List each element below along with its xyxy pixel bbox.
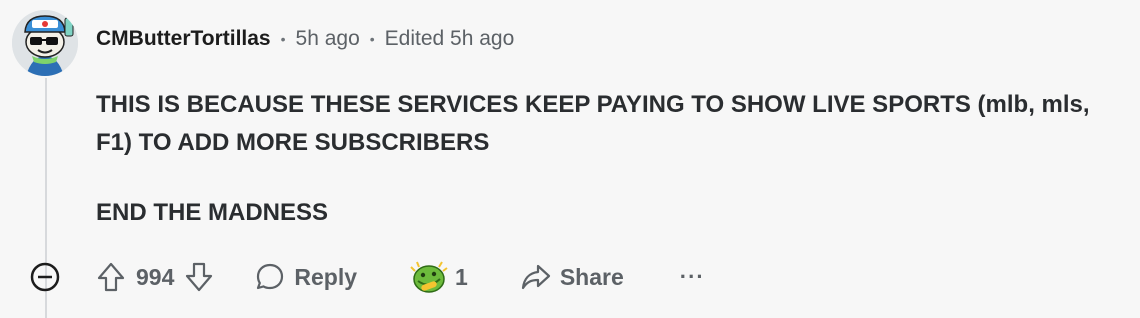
edited-label: Edited 5h ago bbox=[384, 27, 515, 50]
author-name[interactable]: CMButterTortillas bbox=[96, 27, 271, 51]
reply-button[interactable]: Reply bbox=[254, 256, 357, 298]
award-button[interactable]: 1 bbox=[409, 256, 468, 298]
vote-controls: 994 bbox=[96, 256, 214, 298]
vote-score: 994 bbox=[136, 263, 175, 290]
comment-paragraph: END THE MADNESS bbox=[96, 199, 329, 226]
more-options-icon: ··· bbox=[679, 264, 705, 289]
speech-bubble-icon bbox=[254, 261, 286, 293]
more-options-button[interactable]: ··· bbox=[680, 256, 705, 298]
comment-paragraph: THIS IS BECAUSE THESE SERVICES KEEP PAYI… bbox=[96, 91, 1090, 156]
meta-separator: • bbox=[280, 31, 286, 47]
comment-meta: CMButterTortillas • 5h ago • Edited 5h a… bbox=[96, 24, 514, 54]
share-button[interactable]: Share bbox=[520, 256, 624, 298]
downvote-arrow-icon[interactable] bbox=[184, 261, 214, 293]
reply-label: Reply bbox=[294, 263, 358, 290]
award-emoji-icon bbox=[409, 259, 449, 295]
share-label: Share bbox=[559, 263, 624, 290]
posted-time[interactable]: 5h ago bbox=[296, 27, 360, 51]
upvote-arrow-icon[interactable] bbox=[96, 261, 126, 293]
comment-actions: 994 Reply 1 Share ··· bbox=[28, 256, 705, 298]
collapse-minus-icon[interactable] bbox=[28, 260, 62, 294]
meta-separator: • bbox=[369, 31, 375, 47]
snoo-avatar-icon bbox=[12, 10, 78, 76]
share-arrow-icon bbox=[520, 262, 552, 292]
comment-body: THIS IS BECAUSE THESE SERVICES KEEP PAYI… bbox=[96, 86, 1126, 232]
avatar[interactable] bbox=[12, 10, 78, 76]
award-count: 1 bbox=[455, 263, 468, 290]
